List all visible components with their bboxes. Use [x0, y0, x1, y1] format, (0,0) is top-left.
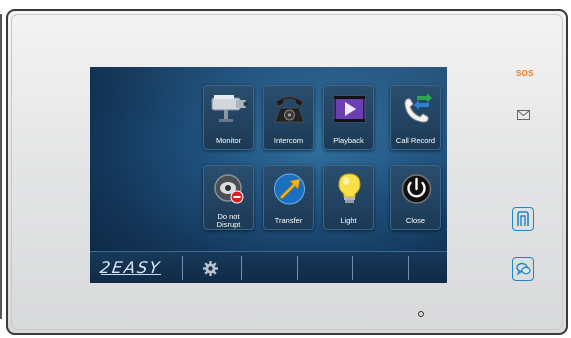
- talk-button[interactable]: [512, 257, 534, 281]
- touch-screen: Monitor Intercom Playback Call Record Do…: [90, 67, 447, 283]
- transfer-button[interactable]: Transfer: [263, 165, 314, 230]
- taskbar-divider: [182, 256, 183, 280]
- light-bulb-icon: [338, 173, 361, 203]
- call-record-icon: [404, 93, 432, 123]
- playback-label: Playback: [333, 136, 364, 145]
- taskbar-divider: [408, 256, 409, 280]
- gear-icon[interactable]: [203, 261, 218, 276]
- light-label: Light: [340, 216, 357, 225]
- device-edge: [0, 14, 2, 319]
- door-unlock-icon: [517, 211, 529, 226]
- telephone-icon: [274, 96, 305, 123]
- playback-button[interactable]: Playback: [323, 85, 374, 150]
- intercom-label: Intercom: [273, 136, 304, 145]
- close-label: Close: [405, 216, 426, 225]
- taskbar: 2EASY: [90, 251, 447, 283]
- logo-underline: [101, 274, 161, 275]
- unlock-button[interactable]: [512, 207, 534, 231]
- talk-icon: [516, 262, 531, 276]
- sos-label: SOS: [516, 69, 534, 78]
- camera-icon: [211, 95, 249, 122]
- close-button[interactable]: Close: [390, 165, 441, 230]
- call-record-label: Call Record: [395, 136, 436, 145]
- power-icon: [401, 174, 432, 204]
- do-not-disturb-icon: [214, 174, 244, 204]
- transfer-label: Transfer: [274, 216, 303, 225]
- call-record-button[interactable]: Call Record: [390, 85, 441, 150]
- microphone-hole: [418, 311, 424, 317]
- brand-logo: 2EASY: [99, 258, 170, 280]
- taskbar-divider: [241, 256, 242, 280]
- envelope-icon: [517, 110, 530, 120]
- transfer-arrow-icon: [274, 173, 305, 205]
- taskbar-divider: [352, 256, 353, 280]
- video-play-icon: [333, 95, 366, 123]
- taskbar-divider: [297, 256, 298, 280]
- light-button[interactable]: Light: [323, 165, 374, 230]
- monitor-label: Monitor: [215, 136, 241, 145]
- monitor-button[interactable]: Monitor: [203, 85, 254, 150]
- intercom-button[interactable]: Intercom: [263, 85, 314, 150]
- do-not-disrupt-label: Do not Disrupt: [204, 213, 253, 229]
- do-not-disrupt-label-line2: Disrupt: [216, 220, 241, 229]
- do-not-disrupt-button[interactable]: Do not Disrupt: [203, 165, 254, 230]
